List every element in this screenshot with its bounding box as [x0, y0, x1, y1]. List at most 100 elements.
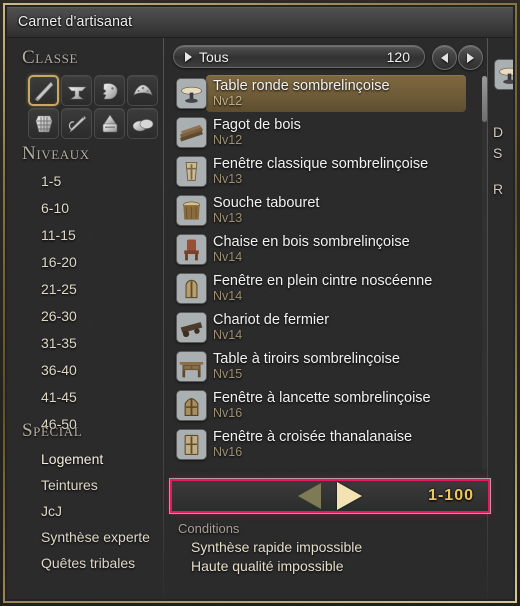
category-dropdown-label: Tous	[199, 48, 229, 65]
window-body: Classe Niveaux 1-5 6-10 11-15 16-20 21-2…	[7, 38, 513, 599]
recipe-name: Souche tabouret	[213, 194, 320, 211]
recipe-level: Nv13	[213, 172, 243, 187]
recipe-row[interactable]: Fagot de bois Nv12	[173, 113, 478, 152]
special-item-quetes-tribales[interactable]: Quêtes tribales	[7, 550, 163, 576]
goldsmith-tiara-icon	[131, 79, 155, 103]
level-filter-item[interactable]: 31-35	[7, 330, 163, 357]
detail-panel: D S R	[488, 38, 513, 599]
class-button-armorer[interactable]	[94, 75, 125, 106]
recipe-row[interactable]: Fenêtre à lancette sombrelinçoise Nv16	[173, 386, 478, 425]
recipe-text: Fenêtre à lancette sombrelinçoise Nv16	[213, 389, 431, 421]
class-button-leatherworker[interactable]	[28, 108, 59, 139]
center-panel: Tous 120 Table ronde sombrelinçoise Nv12…	[164, 38, 490, 599]
recipe-name: Fenêtre en plein cintre noscéenne	[213, 272, 433, 289]
game-window: Carnet d'artisanat Classe Niveaux 1-5 6-…	[0, 0, 520, 606]
level-filter-item[interactable]: 6-10	[7, 195, 163, 222]
class-button-goldsmith[interactable]	[127, 75, 158, 106]
round-table-icon	[176, 78, 207, 109]
recipe-row[interactable]: Fenêtre à croisée thanalanaise Nv16	[173, 425, 478, 464]
special-item-teintures[interactable]: Teintures	[7, 472, 163, 498]
conditions-section: Conditions Synthèse rapide impossible Ha…	[178, 521, 478, 574]
special-filter-list: Logement Teintures JcJ Synthèse experte …	[7, 446, 163, 576]
recipe-row[interactable]: Chaise en bois sombrelinçoise Nv14	[173, 230, 478, 269]
recipe-text: Chariot de fermier Nv14	[213, 312, 329, 343]
alchemist-alembic-icon	[98, 112, 122, 136]
recipe-name: Fenêtre à croisée thanalanaise	[213, 428, 413, 445]
level-filter-item[interactable]: 36-40	[7, 357, 163, 384]
detail-line-1: D	[493, 124, 504, 140]
prev-category-button[interactable]	[432, 45, 457, 70]
class-button-culinarian[interactable]	[127, 108, 158, 139]
class-icon-grid	[28, 75, 158, 141]
carpenter-saw-icon	[32, 79, 56, 103]
wooden-chair-icon	[176, 234, 207, 265]
recipe-text: Fenêtre à croisée thanalanaise Nv16	[213, 428, 413, 460]
level-filter-item[interactable]: 11-15	[7, 222, 163, 249]
next-category-button[interactable]	[458, 45, 483, 70]
recipe-row[interactable]: Fenêtre classique sombrelinçoise Nv13	[173, 152, 478, 191]
class-button-carpenter[interactable]	[28, 75, 59, 106]
recipe-level: Nv16	[213, 445, 243, 460]
recipe-name: Fagot de bois	[213, 116, 301, 133]
category-item-count: 120	[386, 48, 410, 65]
window-title: Carnet d'artisanat	[18, 13, 133, 30]
class-button-blacksmith[interactable]	[61, 75, 92, 106]
title-bar[interactable]: Carnet d'artisanat	[7, 7, 513, 38]
chevron-right-icon	[185, 51, 192, 62]
recipe-name: Fenêtre classique sombrelinçoise	[213, 155, 429, 172]
recipe-list[interactable]: Table ronde sombrelinçoise Nv12 Fagot de…	[173, 74, 478, 472]
pagination-bar[interactable]: 1-100	[170, 479, 490, 513]
casement-window-icon	[176, 429, 207, 460]
recipe-level: Nv12	[213, 133, 243, 148]
recipe-level: Nv13	[213, 211, 243, 226]
recipe-text: Table à tiroirs sombrelinçoise Nv15	[213, 350, 400, 381]
farmers-cart-icon	[176, 312, 207, 343]
level-filter-item[interactable]: 21-25	[7, 276, 163, 303]
level-filter-list: 1-5 6-10 11-15 16-20 21-25 26-30 31-35 3…	[7, 168, 163, 438]
detail-line-3: R	[493, 181, 504, 197]
detail-line-2: S	[493, 145, 503, 161]
classe-heading: Classe	[22, 47, 79, 68]
triangle-left-icon[interactable]	[298, 483, 321, 509]
recipe-name: Chaise en bois sombrelinçoise	[213, 233, 410, 250]
culinarian-bread-icon	[131, 112, 155, 136]
recipe-row[interactable]: Fenêtre en plein cintre noscéenne Nv14	[173, 269, 478, 308]
chevron-left-icon	[441, 52, 448, 63]
sidebar: Classe Niveaux 1-5 6-10 11-15 16-20 21-2…	[7, 38, 163, 599]
recipe-level: Nv16	[213, 406, 243, 421]
scrollbar-thumb[interactable]	[482, 76, 487, 122]
lancet-window-icon	[176, 390, 207, 421]
category-dropdown[interactable]: Tous 120	[173, 45, 425, 68]
recipe-name: Table à tiroirs sombrelinçoise	[213, 350, 400, 367]
condition-line: Haute qualité impossible	[191, 558, 344, 574]
recipe-level: Nv12	[213, 94, 243, 109]
recipe-text: Fagot de bois Nv12	[213, 116, 301, 148]
recipe-name: Fenêtre à lancette sombrelinçoise	[213, 389, 431, 406]
recipe-row[interactable]: Table ronde sombrelinçoise Nv12	[173, 74, 478, 113]
special-item-logement[interactable]: Logement	[7, 446, 163, 472]
triangle-right-icon[interactable]	[337, 482, 362, 510]
recipe-text: Souche tabouret Nv13	[213, 194, 320, 226]
recipe-row[interactable]: Chariot de fermier Nv14	[173, 308, 478, 347]
recipe-level: Nv14	[213, 328, 243, 343]
special-item-synthese-experte[interactable]: Synthèse experte	[7, 524, 163, 550]
recipe-row[interactable]: Table à tiroirs sombrelinçoise Nv15	[173, 347, 478, 386]
level-filter-item[interactable]: 26-30	[7, 303, 163, 330]
recipe-level: Nv14	[213, 250, 243, 265]
special-item-jcj[interactable]: JcJ	[7, 498, 163, 524]
recipe-list-scrollbar[interactable]	[482, 76, 487, 470]
recipe-row[interactable]: Souche tabouret Nv13	[173, 191, 478, 230]
conditions-heading: Conditions	[178, 521, 240, 536]
leatherworker-hide-icon	[32, 112, 56, 136]
firewood-bundle-icon	[176, 117, 207, 148]
class-button-weaver[interactable]	[61, 108, 92, 139]
class-button-alchemist[interactable]	[94, 108, 125, 139]
level-filter-item[interactable]: 16-20	[7, 249, 163, 276]
condition-line: Synthèse rapide impossible	[191, 539, 363, 555]
level-filter-item[interactable]: 41-45	[7, 384, 163, 411]
recipe-text: Fenêtre classique sombrelinçoise Nv13	[213, 155, 429, 187]
level-filter-item[interactable]: 1-5	[7, 168, 163, 195]
chevron-right-icon	[467, 52, 474, 63]
recipe-text: Table ronde sombrelinçoise Nv12	[213, 78, 390, 109]
recipe-level: Nv14	[213, 289, 243, 304]
